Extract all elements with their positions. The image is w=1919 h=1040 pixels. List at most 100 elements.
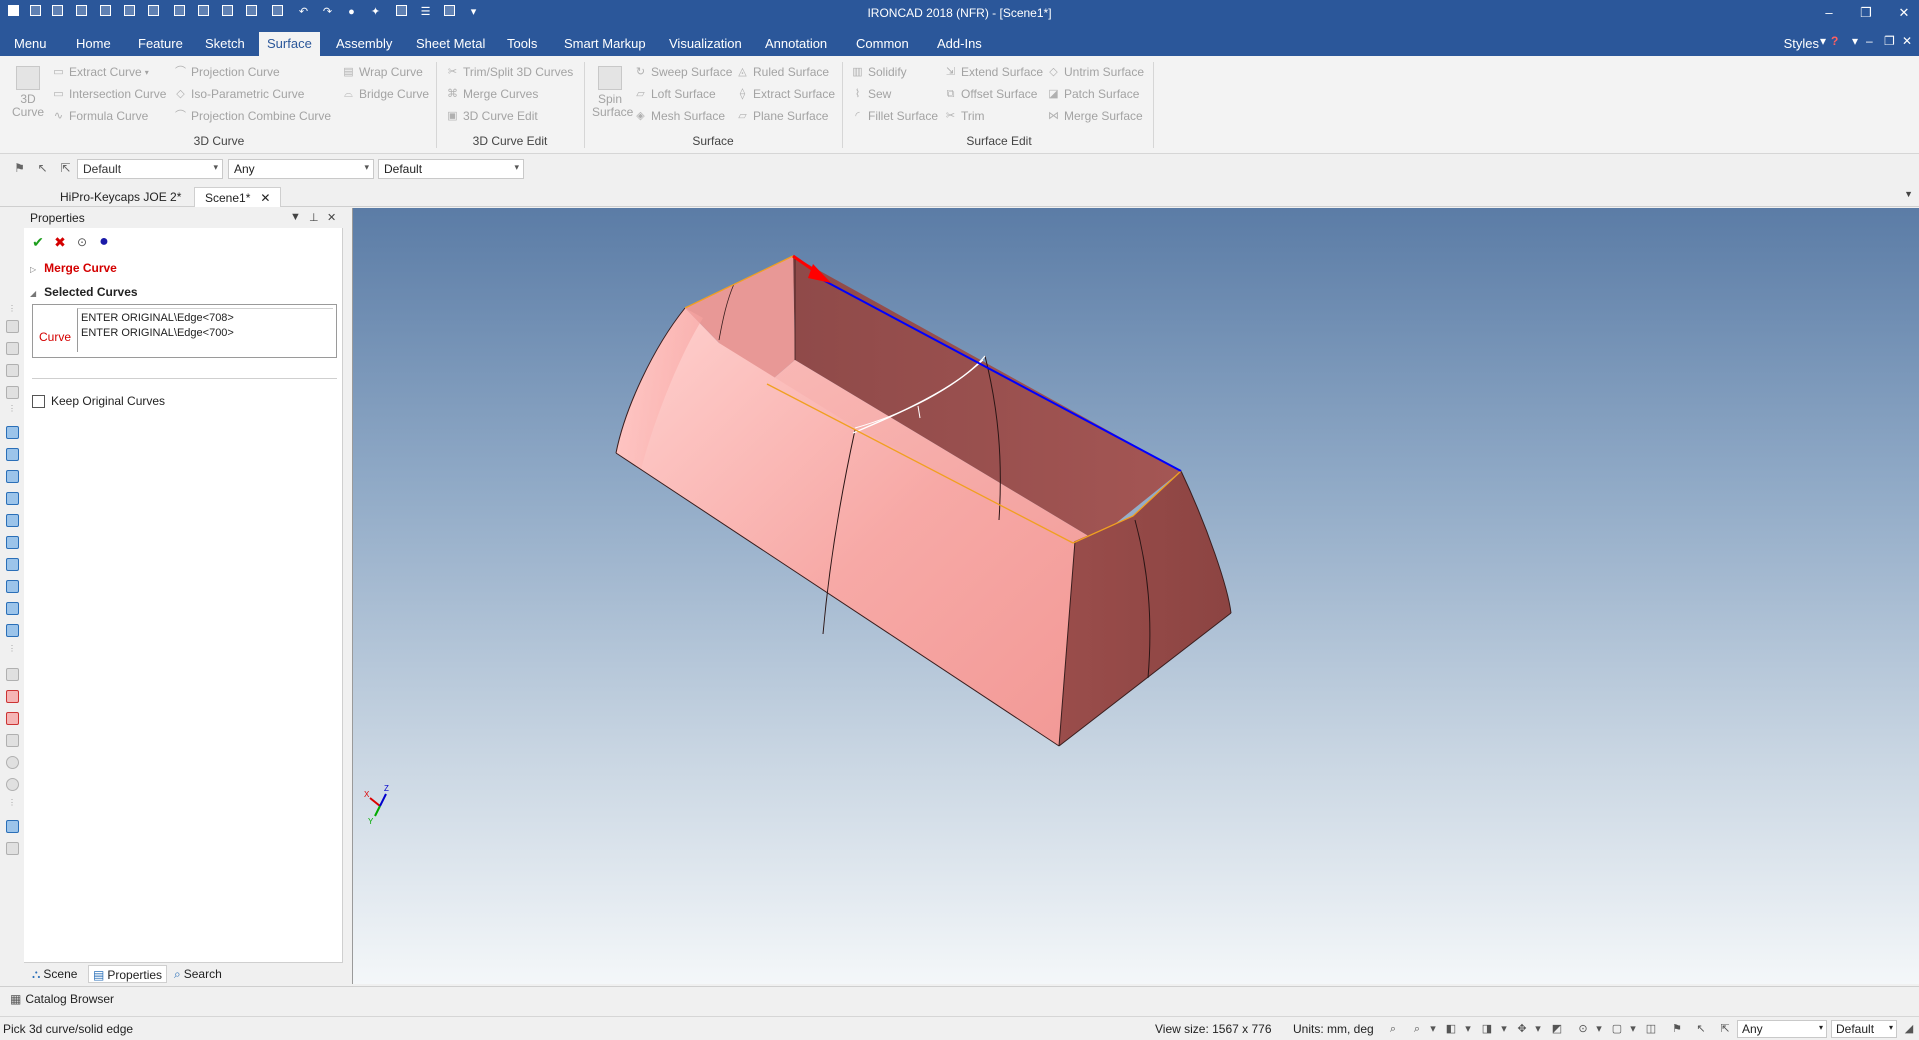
select-filter-icon[interactable]: ⚑: [12, 161, 27, 176]
tab-sketch[interactable]: Sketch: [197, 32, 253, 56]
pointer-icon[interactable]: ↖: [35, 161, 50, 176]
box-shape-icon[interactable]: [6, 426, 19, 439]
doc-restore-icon[interactable]: ❐: [1884, 34, 1895, 48]
solidify-button[interactable]: ▥ Solidify: [851, 63, 906, 81]
spin-surface-button[interactable]: Spin Surface: [592, 66, 633, 119]
untrim-surface-button[interactable]: ◇ Untrim Surface: [1047, 63, 1144, 81]
curve-list[interactable]: ENTER ORIGINAL\Edge<708> ENTER ORIGINAL\…: [77, 308, 333, 352]
tab-feature[interactable]: Feature: [130, 32, 191, 56]
mesh-surface-button[interactable]: ◈ Mesh Surface: [634, 107, 725, 125]
offset-surface-button[interactable]: ⧉ Offset Surface: [944, 85, 1038, 103]
plane-surface-button[interactable]: ▱ Plane Surface: [736, 107, 828, 125]
minimize-button[interactable]: –: [1818, 3, 1840, 23]
doc-tab-hipro-keycaps[interactable]: HiPro-Keycaps JOE 2*: [50, 187, 191, 207]
catalog-browser-tab[interactable]: ▦ Catalog Browser: [10, 992, 114, 1006]
frame-icon[interactable]: ▢: [1610, 1022, 1624, 1036]
restore-button[interactable]: ❐: [1855, 3, 1877, 23]
scheme-combo[interactable]: Default ▾: [378, 159, 524, 179]
ok-checkmark-icon[interactable]: ✔: [30, 234, 46, 250]
catalog-browser-bar[interactable]: ▦ Catalog Browser: [0, 986, 1919, 1010]
sketch-tool-icon[interactable]: [6, 668, 19, 681]
box-shape-icon[interactable]: [6, 514, 19, 527]
status-filter-combo[interactable]: Any ▾: [1737, 1020, 1827, 1038]
extract-curve-button[interactable]: ▭ Extract Curve ▾: [52, 63, 148, 81]
box-shape-icon[interactable]: [6, 558, 19, 571]
strip-tool-icon[interactable]: [6, 320, 19, 333]
filter-icon[interactable]: ⚑: [1670, 1022, 1684, 1036]
shaded-icon[interactable]: ◩: [1550, 1022, 1564, 1036]
close-panel-icon[interactable]: ✕: [327, 211, 336, 224]
iso-parametric-curve-button[interactable]: ◇ Iso-Parametric Curve: [174, 85, 304, 103]
trim-split-3d-curves-button[interactable]: ✂ Trim/Split 3D Curves: [446, 63, 573, 81]
tab-search[interactable]: ⌕ Search: [170, 965, 226, 983]
pointer-select-icon[interactable]: ↖: [1694, 1022, 1708, 1036]
wrap-curve-button[interactable]: ▤ Wrap Curve: [342, 63, 423, 81]
pin-icon[interactable]: ⊥: [309, 211, 319, 224]
projection-curve-button[interactable]: ⌒ Projection Curve: [174, 63, 280, 81]
style-combo[interactable]: Default ▾: [77, 159, 223, 179]
tab-sheet-metal[interactable]: Sheet Metal: [408, 32, 493, 56]
render-mode-icon[interactable]: ◨: [1480, 1022, 1494, 1036]
tab-smart-markup[interactable]: Smart Markup: [556, 32, 654, 56]
merge-surface-button[interactable]: ⋈ Merge Surface: [1047, 107, 1143, 125]
doc-tab-scene1[interactable]: Scene1* ✕: [194, 187, 282, 207]
styles-arrow-icon[interactable]: ▾: [1820, 34, 1826, 48]
box-shape-icon[interactable]: [6, 536, 19, 549]
orbit-dropdown-icon[interactable]: ▾: [1531, 1022, 1545, 1036]
tab-surface[interactable]: Surface: [259, 32, 320, 56]
box-shape-icon[interactable]: [6, 580, 19, 593]
box-shape-icon[interactable]: [6, 448, 19, 461]
doc-minimize-icon[interactable]: –: [1866, 34, 1873, 48]
cancel-x-icon[interactable]: ✖: [52, 234, 68, 250]
tab-assembly[interactable]: Assembly: [328, 32, 400, 56]
fillet-surface-button[interactable]: ◜ Fillet Surface: [851, 107, 938, 125]
glasses-icon[interactable]: ⊙: [1576, 1022, 1590, 1036]
tab-list-dropdown-icon[interactable]: ▼: [1904, 189, 1913, 199]
dimension-tool-icon[interactable]: [6, 712, 19, 725]
view-dropdown-icon[interactable]: ▾: [1461, 1022, 1475, 1036]
tab-visualization[interactable]: Visualization: [661, 32, 750, 56]
orbit-icon[interactable]: ✥: [1515, 1022, 1529, 1036]
patch-surface-button[interactable]: ◪ Patch Surface: [1047, 85, 1139, 103]
angle-tool-icon[interactable]: [6, 734, 19, 747]
box-shape-icon[interactable]: [6, 602, 19, 615]
styles-dropdown[interactable]: Styles: [1784, 36, 1819, 51]
tab-menu[interactable]: Menu: [6, 32, 55, 56]
doc-close-icon[interactable]: ✕: [1902, 34, 1912, 48]
resize-grip-icon[interactable]: ◢: [1902, 1022, 1916, 1036]
tab-common[interactable]: Common: [848, 32, 917, 56]
merge-curve-section[interactable]: ▷ Merge Curve: [30, 261, 117, 275]
trim-button[interactable]: ✂ Trim: [944, 107, 985, 125]
bridge-curve-button[interactable]: ⌓ Bridge Curve: [342, 85, 429, 103]
tab-tools[interactable]: Tools: [499, 32, 545, 56]
zoom-dropdown-icon[interactable]: ▾: [1426, 1022, 1440, 1036]
curve-list-item[interactable]: ENTER ORIGINAL\Edge<708>: [81, 311, 330, 326]
tab-annotation[interactable]: Annotation: [757, 32, 835, 56]
box-shape-icon[interactable]: [6, 470, 19, 483]
projection-combine-curve-button[interactable]: ⌒ Projection Combine Curve: [174, 107, 331, 125]
scene-canvas[interactable]: X Y Z: [353, 208, 1919, 984]
3d-viewport[interactable]: X Y Z: [352, 208, 1919, 984]
tab-scene[interactable]: ⛬ Scene: [28, 965, 81, 983]
select-parts-icon[interactable]: ⇱: [58, 161, 73, 176]
zoom-window-icon[interactable]: ⌕: [1410, 1022, 1424, 1036]
box-shape-icon[interactable]: [6, 624, 19, 637]
intersection-curve-button[interactable]: ▭ Intersection Curve: [52, 85, 166, 103]
sweep-surface-button[interactable]: ↻ Sweep Surface: [634, 63, 733, 81]
select-mode-icon[interactable]: ⇱: [1718, 1022, 1732, 1036]
strip-tool-icon[interactable]: [6, 364, 19, 377]
extract-surface-button[interactable]: ⟠ Extract Surface: [736, 85, 835, 103]
merge-curves-button[interactable]: ⌘ Merge Curves: [446, 85, 538, 103]
box-shape-icon[interactable]: [6, 492, 19, 505]
help-icon[interactable]: ?: [1831, 34, 1838, 48]
view-cube-icon[interactable]: ◧: [1444, 1022, 1458, 1036]
layers-icon[interactable]: ◫: [1644, 1022, 1658, 1036]
extend-surface-button[interactable]: ⇲ Extend Surface: [944, 63, 1043, 81]
render-dropdown-icon[interactable]: ▾: [1497, 1022, 1511, 1036]
measure-tool-icon[interactable]: [6, 690, 19, 703]
close-button[interactable]: ✕: [1893, 3, 1915, 23]
help-arrow-icon[interactable]: ▾: [1852, 34, 1858, 48]
frame-dropdown-icon[interactable]: ▾: [1626, 1022, 1640, 1036]
close-tab-icon[interactable]: ✕: [260, 191, 270, 205]
strip-tool-icon[interactable]: [6, 842, 19, 855]
